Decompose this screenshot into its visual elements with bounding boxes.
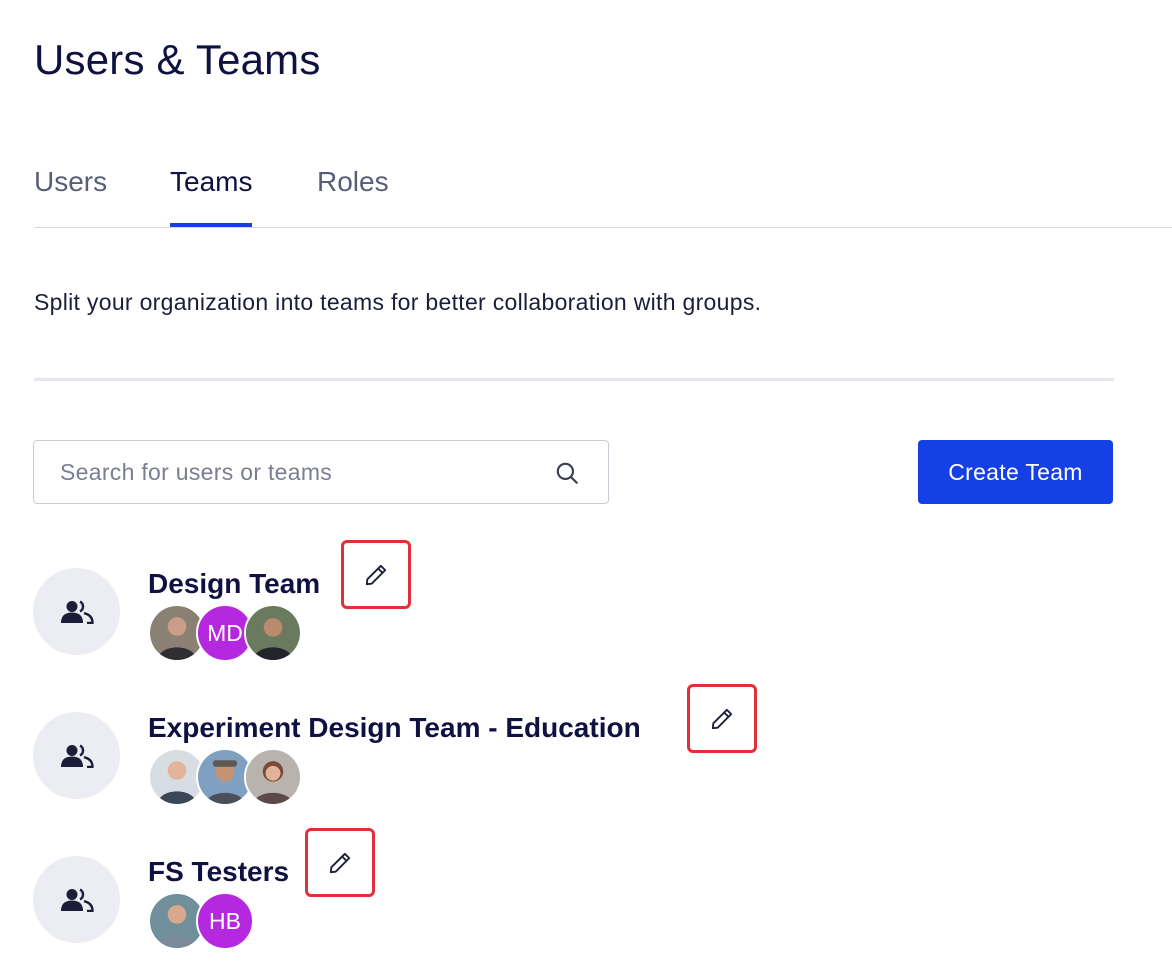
- team-avatar: [33, 712, 120, 799]
- page-description: Split your organization into teams for b…: [34, 289, 762, 315]
- team-avatar: [33, 568, 120, 655]
- team-name[interactable]: FS Testers: [148, 856, 289, 888]
- team-avatar: [33, 856, 120, 943]
- tab-users[interactable]: Users: [34, 166, 107, 227]
- section-divider: [34, 378, 1114, 381]
- team-row: Experiment Design Team - Education: [33, 684, 793, 822]
- edit-team-button[interactable]: [687, 684, 757, 753]
- search-input[interactable]: [34, 441, 554, 503]
- tab-bar: Users Teams Roles: [34, 160, 1172, 228]
- edit-team-button[interactable]: [341, 540, 411, 609]
- edit-team-button[interactable]: [305, 828, 375, 897]
- search-box: [33, 440, 609, 504]
- team-name[interactable]: Experiment Design Team - Education: [148, 712, 641, 744]
- pencil-icon: [365, 564, 387, 585]
- pencil-icon: [711, 708, 733, 729]
- team-row: FS Testers HB: [33, 828, 793, 966]
- users-group-icon: [60, 600, 94, 624]
- create-team-button[interactable]: Create Team: [918, 440, 1113, 504]
- page-title: Users & Teams: [34, 36, 321, 83]
- search-icon[interactable]: [554, 460, 580, 486]
- member-avatar: [244, 604, 302, 662]
- team-row: Design Team MD: [33, 540, 793, 678]
- member-avatar: [244, 748, 302, 806]
- users-group-icon: [60, 744, 94, 768]
- tab-teams[interactable]: Teams: [170, 166, 253, 227]
- tab-roles[interactable]: Roles: [317, 166, 389, 227]
- users-group-icon: [60, 888, 94, 912]
- team-name[interactable]: Design Team: [148, 568, 320, 600]
- pencil-icon: [329, 852, 351, 873]
- member-avatar: HB: [196, 892, 254, 950]
